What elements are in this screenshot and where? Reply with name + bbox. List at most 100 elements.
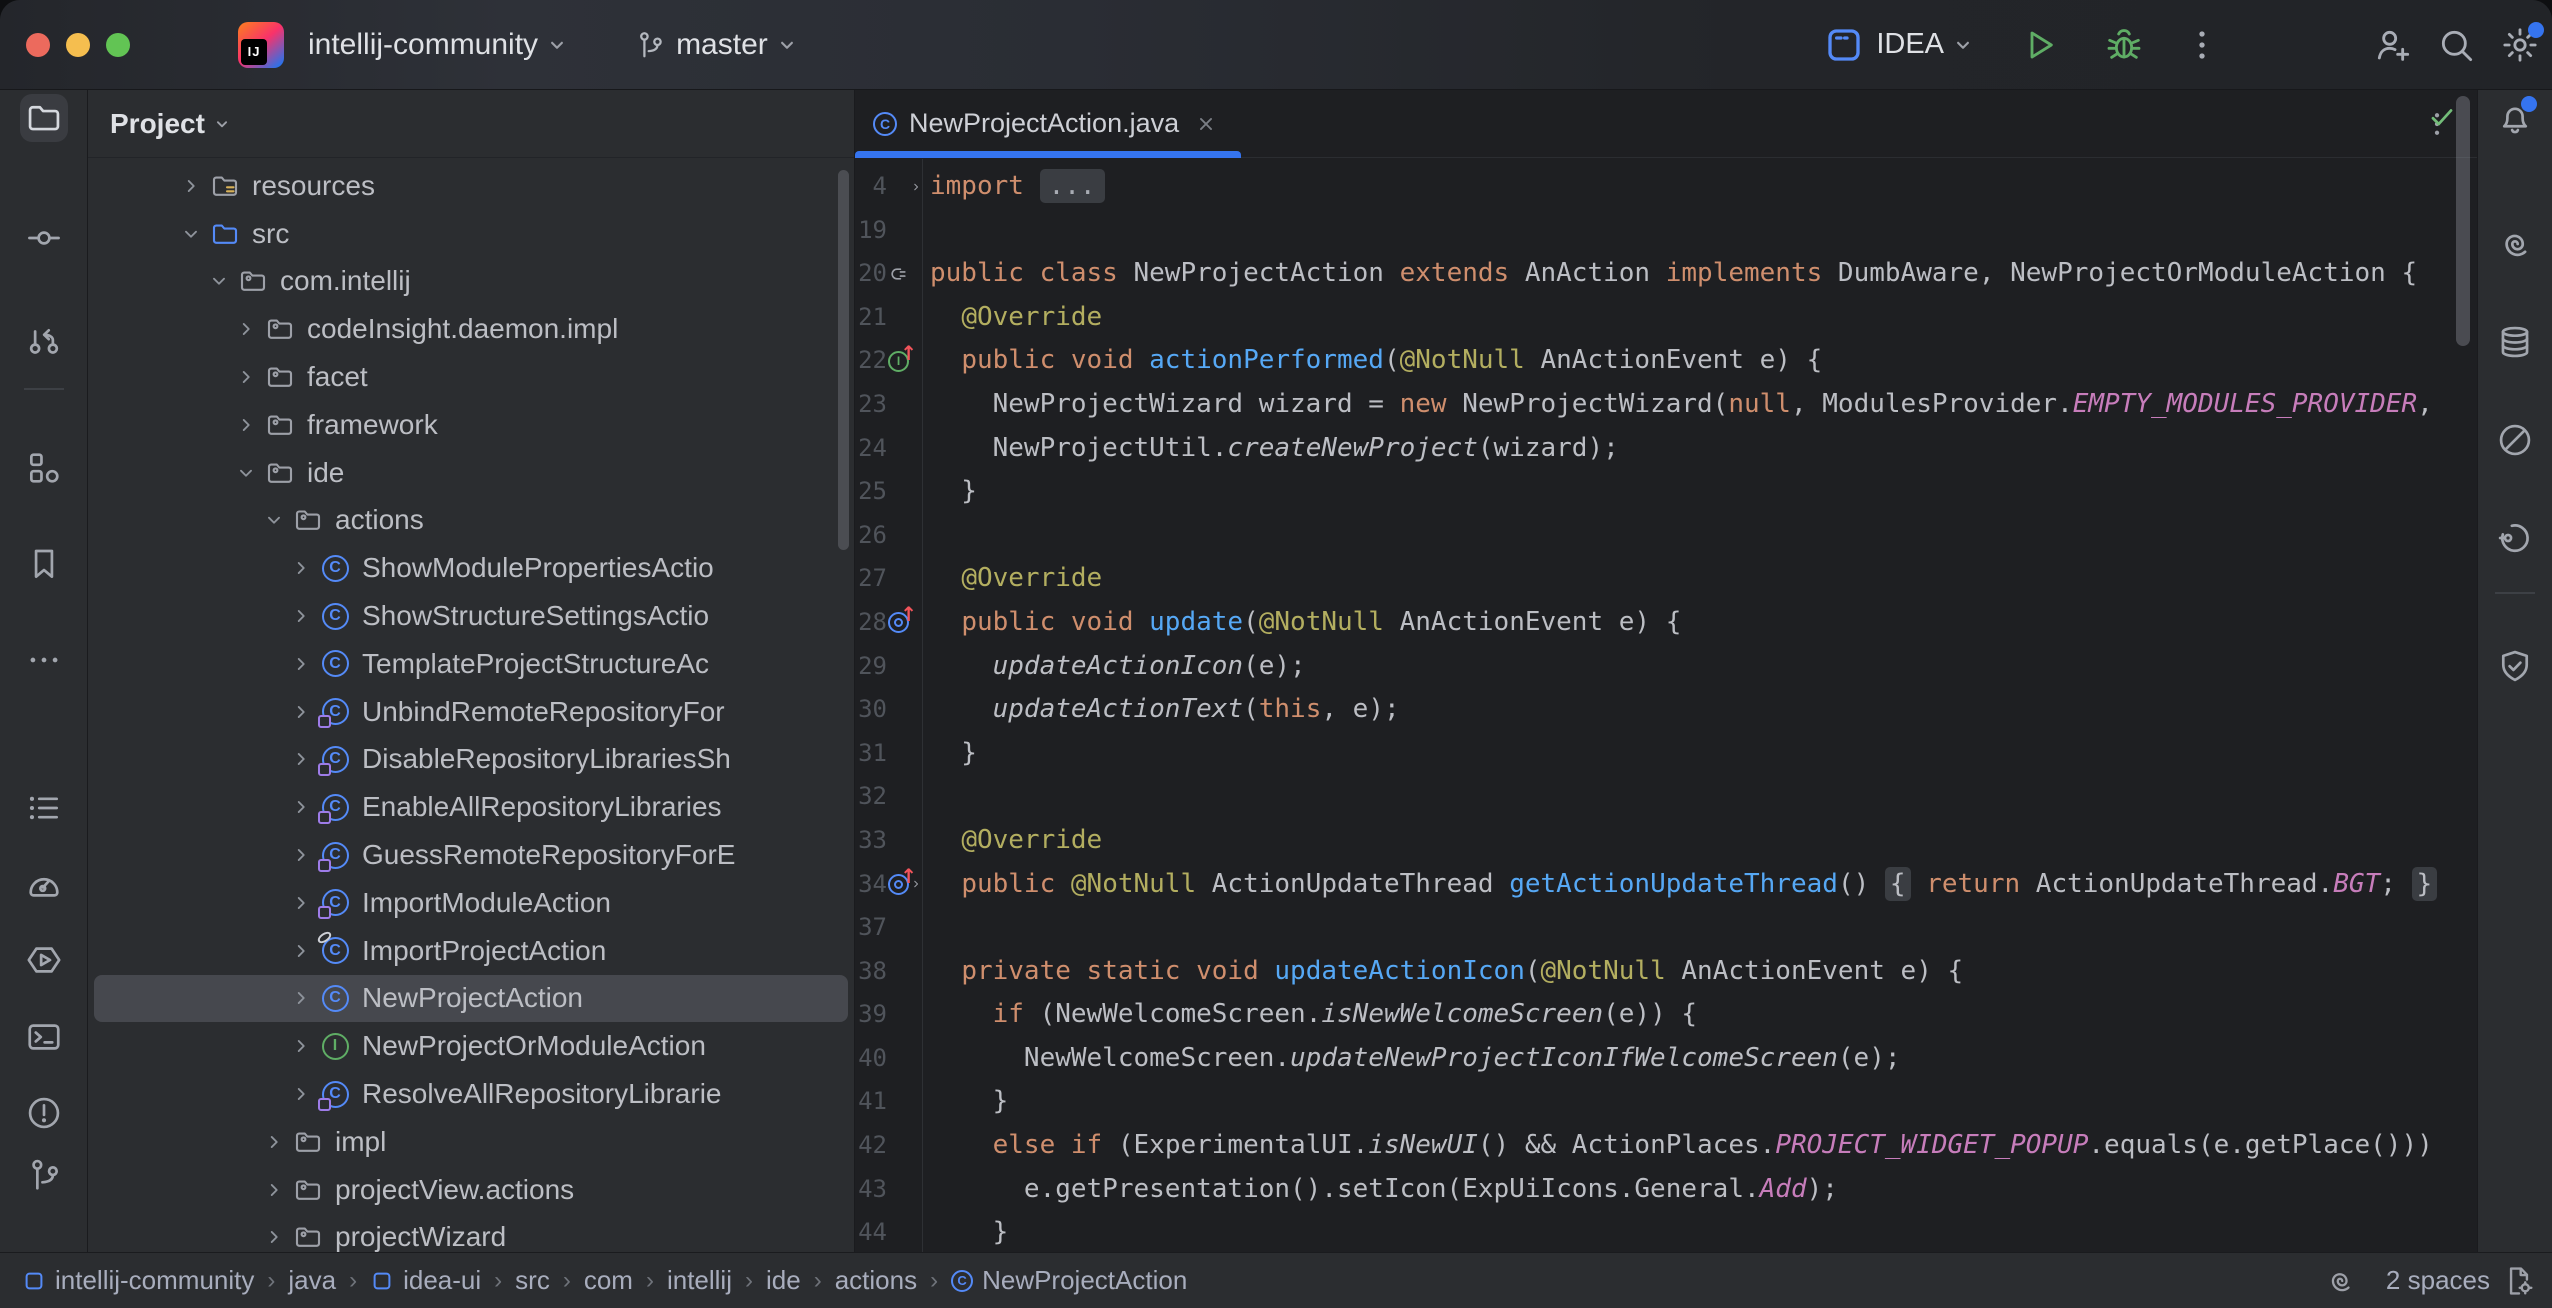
overrides-method-icon[interactable]: ↑ [887,601,910,645]
editor-gutter[interactable]: 40 [855,1037,922,1081]
expand-chevron-icon[interactable] [176,223,206,245]
editor-gutter[interactable]: 39 [855,993,922,1037]
tree-row[interactable]: CResolveAllRepositoryLibrarie [94,1070,848,1118]
expand-chevron-icon[interactable] [286,653,316,675]
editor-gutter[interactable]: 31 [855,732,922,776]
ai-assistant-status-icon[interactable] [2324,1265,2356,1297]
breadcrumb-item[interactable]: src [515,1265,550,1296]
fold-chevron-icon[interactable] [910,178,922,196]
editor-gutter[interactable]: 19 [855,209,922,253]
tree-row[interactable]: CUnbindRemoteRepositoryFor [94,688,848,736]
tree-row[interactable]: src [94,210,848,258]
implements-method-icon[interactable]: I↑ [887,339,910,383]
breadcrumb-item[interactable]: intellij-community [22,1265,254,1296]
expand-chevron-icon[interactable] [286,796,316,818]
tree-row[interactable]: com.intellij [94,258,848,306]
editor-gutter[interactable]: 37 [855,906,922,950]
editor-gutter[interactable]: 34↑ [855,863,922,907]
tree-row[interactable]: framework [94,401,848,449]
code-editor[interactable]: 4import ...1920public class NewProjectAc… [855,159,2477,1252]
tool-ai-assistant-icon[interactable] [2491,220,2539,268]
indent-config-label[interactable]: 2 spaces [2386,1265,2490,1296]
expand-chevron-icon[interactable] [231,318,261,340]
editor-gutter[interactable]: 33 [855,819,922,863]
editor-gutter[interactable]: 42 [855,1124,922,1168]
tree-row[interactable]: CShowStructureSettingsActio [94,592,848,640]
tree-row[interactable]: CEnableAllRepositoryLibraries [94,783,848,831]
expand-chevron-icon[interactable] [204,270,234,292]
tool-shield-icon[interactable] [2491,642,2539,690]
tree-row[interactable]: CGuessRemoteRepositoryForE [94,831,848,879]
expand-chevron-icon[interactable] [259,1179,289,1201]
expand-chevron-icon[interactable] [286,605,316,627]
close-tab-icon[interactable] [1195,113,1217,135]
breadcrumb-item[interactable]: com [584,1265,633,1296]
project-tree-scrollbar[interactable] [838,170,849,550]
editor-gutter[interactable]: 27 [855,557,922,601]
implemented-marker-icon[interactable] [887,252,910,296]
expand-chevron-icon[interactable] [259,509,289,531]
expand-chevron-icon[interactable] [286,987,316,1009]
branch-selector-button[interactable]: master [634,28,800,62]
tree-row[interactable]: CShowModulePropertiesActio [94,544,848,592]
editor-gutter[interactable]: 28↑ [855,601,922,645]
tool-vcs-icon[interactable] [20,316,68,364]
editor-gutter[interactable]: 26 [855,514,922,558]
editor-gutter[interactable]: 24 [855,427,922,471]
tab-newprojectaction-java[interactable]: C NewProjectAction.java [855,90,1241,157]
tool-database-icon[interactable] [2491,318,2539,366]
run-button[interactable] [2020,25,2060,65]
editor-gutter[interactable]: 4 [855,165,922,209]
debug-button[interactable] [2104,25,2144,65]
tree-row[interactable]: CImportProjectAction [94,927,848,975]
project-panel-header[interactable]: Project [88,90,854,158]
tree-row[interactable]: CDisableRepositoryLibrariesSh [94,736,848,784]
tool-branch-icon[interactable] [20,1151,68,1199]
add-user-icon[interactable] [2372,25,2412,65]
expand-chevron-icon[interactable] [231,366,261,388]
minimize-window-button[interactable] [66,33,90,57]
tool-project-icon[interactable] [20,94,68,142]
editor-scrollbar[interactable] [2456,96,2470,346]
code-style-file-icon[interactable] [2502,1264,2536,1298]
expand-chevron-icon[interactable] [286,701,316,723]
tree-row[interactable]: INewProjectOrModuleAction [94,1022,848,1070]
editor-gutter[interactable]: 43 [855,1168,922,1212]
breadcrumb-item[interactable]: intellij [667,1265,732,1296]
editor-gutter[interactable]: 21 [855,296,922,340]
breadcrumb-item[interactable]: idea-ui [370,1265,481,1296]
expand-chevron-icon[interactable] [176,175,206,197]
tool-structure-icon[interactable] [20,444,68,492]
tool-more-icon[interactable] [20,636,68,684]
project-selector-button[interactable]: intellij-community [308,28,570,62]
tree-row[interactable]: CImportModuleAction [94,879,848,927]
expand-chevron-icon[interactable] [286,748,316,770]
tree-row[interactable]: facet [94,353,848,401]
breadcrumb-item[interactable]: actions [835,1265,917,1296]
expand-chevron-icon[interactable] [231,414,261,436]
maximize-window-button[interactable] [106,33,130,57]
breadcrumb-item[interactable]: java [288,1265,336,1296]
expand-chevron-icon[interactable] [286,557,316,579]
expand-chevron-icon[interactable] [286,1035,316,1057]
tool-commit-icon[interactable] [20,214,68,262]
expand-chevron-icon[interactable] [231,462,261,484]
run-configuration-selector[interactable]: IDEA [1824,25,1976,65]
tree-row[interactable]: projectWizard [94,1214,848,1252]
expand-chevron-icon[interactable] [286,892,316,914]
tree-row[interactable]: ide [94,449,848,497]
editor-gutter[interactable]: 23 [855,383,922,427]
editor-gutter[interactable]: 30 [855,688,922,732]
tool-bookmarks-icon[interactable] [20,540,68,588]
tree-row[interactable]: resources [94,162,848,210]
expand-chevron-icon[interactable] [286,1083,316,1105]
tree-row[interactable]: impl [94,1118,848,1166]
settings-gear-icon[interactable] [2500,25,2540,65]
tree-row[interactable]: actions [94,497,848,545]
editor-gutter[interactable]: 29 [855,645,922,689]
editor-gutter[interactable]: 25 [855,470,922,514]
editor-gutter[interactable]: 20 [855,252,922,296]
editor-gutter[interactable]: 41 [855,1080,922,1124]
tree-row[interactable]: projectView.actions [94,1166,848,1214]
tree-row[interactable]: CTemplateProjectStructureAc [94,640,848,688]
